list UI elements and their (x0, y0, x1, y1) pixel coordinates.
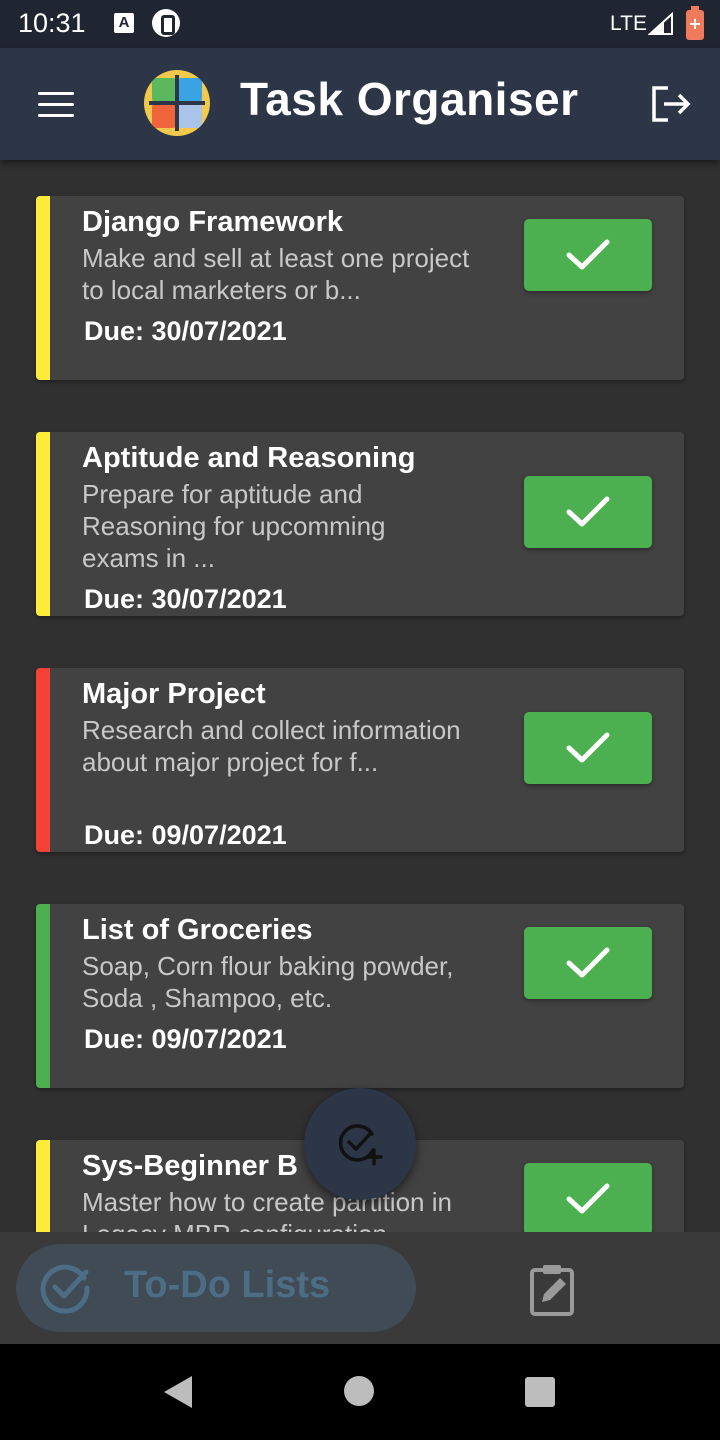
keyboard-notification-icon: A (114, 13, 134, 33)
task-list[interactable]: Django Framework Make and sell at least … (0, 160, 720, 1232)
mark-done-button[interactable] (524, 476, 652, 548)
app-bar: Task Organiser (0, 48, 720, 160)
task-due-date: Due: 30/07/2021 (84, 316, 287, 346)
task-due-date: Due: 09/07/2021 (84, 1024, 287, 1054)
task-card[interactable]: Aptitude and Reasoning Prepare for aptit… (36, 432, 684, 616)
add-task-icon (338, 1124, 383, 1166)
task-description: Prepare for aptitude and Reasoning for u… (82, 479, 386, 573)
app-title: Task Organiser (240, 73, 579, 125)
task-card[interactable]: Major Project Research and collect infor… (36, 668, 684, 852)
network-type: LTE (610, 12, 647, 35)
signal-icon (648, 12, 673, 35)
app-notification-icon (152, 9, 180, 37)
mark-done-button[interactable] (524, 712, 652, 784)
mark-done-button[interactable] (524, 219, 652, 291)
check-icon (566, 496, 610, 527)
priority-stripe (36, 196, 50, 380)
recent-apps-icon[interactable] (525, 1377, 555, 1407)
priority-stripe (36, 1140, 50, 1232)
nav-todo-lists[interactable]: To-Do Lists (16, 1244, 416, 1332)
task-description: Research and collect information about m… (82, 715, 461, 777)
status-time: 10:31 (18, 8, 86, 38)
task-description: Make and sell at least one project to lo… (82, 243, 470, 305)
system-navigation-bar (0, 1344, 720, 1440)
check-icon (566, 947, 610, 978)
menu-button[interactable] (38, 92, 74, 118)
nav-todo-lists-label: To-Do Lists (124, 1264, 331, 1306)
check-circle-icon (40, 1264, 90, 1314)
check-icon (566, 1183, 610, 1214)
status-bar: 10:31 A LTE (0, 0, 720, 48)
back-icon[interactable] (162, 1374, 194, 1410)
task-card[interactable]: Django Framework Make and sell at least … (36, 196, 684, 380)
app-logo (144, 70, 210, 136)
task-title: Django Framework (82, 206, 344, 238)
battery-icon (686, 6, 704, 40)
clipboard-edit-icon[interactable] (526, 1262, 582, 1318)
logout-icon[interactable] (650, 84, 692, 124)
task-title: Major Project (82, 678, 266, 710)
task-title: List of Groceries (82, 914, 313, 946)
check-icon (566, 732, 610, 763)
priority-stripe (36, 904, 50, 1088)
task-title: Aptitude and Reasoning (82, 442, 416, 474)
bottom-navigation: To-Do Lists (0, 1232, 720, 1344)
priority-stripe (36, 432, 50, 616)
task-title: Sys-Beginner B (82, 1150, 298, 1182)
task-description: Soap, Corn flour baking powder, Soda , S… (82, 951, 454, 1013)
task-due-date: Due: 09/07/2021 (84, 820, 287, 850)
priority-stripe (36, 668, 50, 852)
task-card[interactable]: List of Groceries Soap, Corn flour bakin… (36, 904, 684, 1088)
home-icon[interactable] (344, 1376, 374, 1406)
task-due-date: Due: 30/07/2021 (84, 584, 287, 614)
task-description: Master how to create partition in Legacy… (82, 1187, 452, 1232)
check-icon (566, 239, 610, 270)
mark-done-button[interactable] (524, 927, 652, 999)
add-task-button[interactable] (304, 1088, 416, 1200)
mark-done-button[interactable] (524, 1163, 652, 1232)
